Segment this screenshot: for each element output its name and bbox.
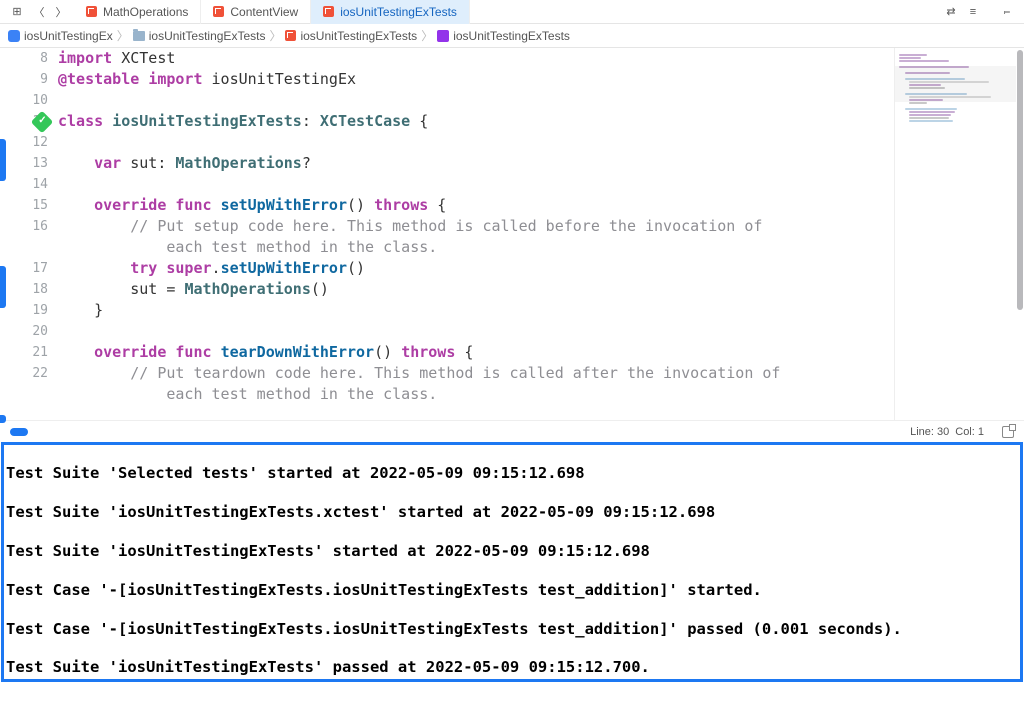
console-line: Test Suite 'iosUnitTestingExTests' start… — [6, 542, 1018, 561]
source-editor: 8 9 10 11 12 13 14 15 16 17 18 19 20 21 … — [0, 48, 1024, 420]
col-indicator: Col: 1 — [955, 426, 984, 438]
console-line: Test Case '-[iosUnitTestingExTests.iosUn… — [6, 620, 1018, 639]
toolbar-changes-icon[interactable]: ⇄ — [942, 3, 960, 21]
class-symbol-icon — [437, 30, 449, 42]
console-line: Test Case '-[iosUnitTestingExTests.iosUn… — [6, 581, 1018, 600]
swift-file-icon — [285, 30, 296, 41]
toolbar-lines-icon[interactable]: ≡ — [964, 3, 982, 21]
scrollbar-thumb[interactable] — [1017, 50, 1023, 310]
scope-indicator[interactable] — [10, 428, 28, 436]
code-area[interactable]: import XCTest @testable import iosUnitTe… — [58, 48, 894, 420]
debug-console[interactable]: Test Suite 'Selected tests' started at 2… — [1, 442, 1023, 682]
swift-file-icon — [213, 6, 224, 17]
vertical-scrollbar[interactable] — [1016, 48, 1024, 420]
editor-toolbar: ⊞ 〈 〉 MathOperations ContentView iosUnit… — [0, 0, 1024, 24]
tab-iosunittestingextests[interactable]: iosUnitTestingExTests — [311, 0, 470, 24]
toggle-inspectors-icon[interactable]: ⫭ — [998, 3, 1016, 21]
grid-icon[interactable]: ⊞ — [8, 3, 26, 21]
tab-contentview[interactable]: ContentView — [201, 0, 311, 24]
status-bar: Line: 30 Col: 1 — [0, 420, 1024, 442]
chevron-right-icon: 〉 — [117, 27, 129, 44]
minimap[interactable] — [894, 48, 1016, 420]
breadcrumb-file[interactable]: iosUnitTestingExTests — [285, 29, 417, 43]
tab-mathoperations[interactable]: MathOperations — [74, 0, 201, 24]
console-line: Test Suite 'iosUnitTestingExTests.xctest… — [6, 503, 1018, 522]
tab-label: iosUnitTestingExTests — [340, 5, 457, 19]
nav-back-icon[interactable]: 〈 — [30, 3, 48, 21]
nav-forward-icon[interactable]: 〉 — [52, 3, 70, 21]
line-gutter: 8 9 10 11 12 13 14 15 16 17 18 19 20 21 … — [6, 48, 58, 420]
breadcrumb-folder[interactable]: iosUnitTestingExTests — [133, 29, 266, 43]
popout-icon[interactable] — [1002, 426, 1014, 438]
swift-file-icon — [86, 6, 97, 17]
breadcrumb-symbol[interactable]: iosUnitTestingExTests — [437, 29, 570, 43]
swift-file-icon — [323, 6, 334, 17]
line-indicator: Line: 30 — [910, 426, 949, 438]
editor-tabs: MathOperations ContentView iosUnitTestin… — [74, 0, 470, 24]
breadcrumb: iosUnitTestingEx 〉 iosUnitTestingExTests… — [0, 24, 1024, 48]
folder-icon — [133, 31, 145, 41]
console-line: Test Suite 'Selected tests' started at 2… — [6, 464, 1018, 483]
tab-label: ContentView — [230, 5, 298, 19]
breadcrumb-project[interactable]: iosUnitTestingEx — [8, 29, 113, 43]
chevron-right-icon: 〉 — [421, 27, 433, 44]
console-line: Test Suite 'iosUnitTestingExTests' passe… — [6, 658, 1018, 677]
project-icon — [8, 30, 20, 42]
tab-label: MathOperations — [103, 5, 188, 19]
chevron-right-icon: 〉 — [269, 27, 281, 44]
